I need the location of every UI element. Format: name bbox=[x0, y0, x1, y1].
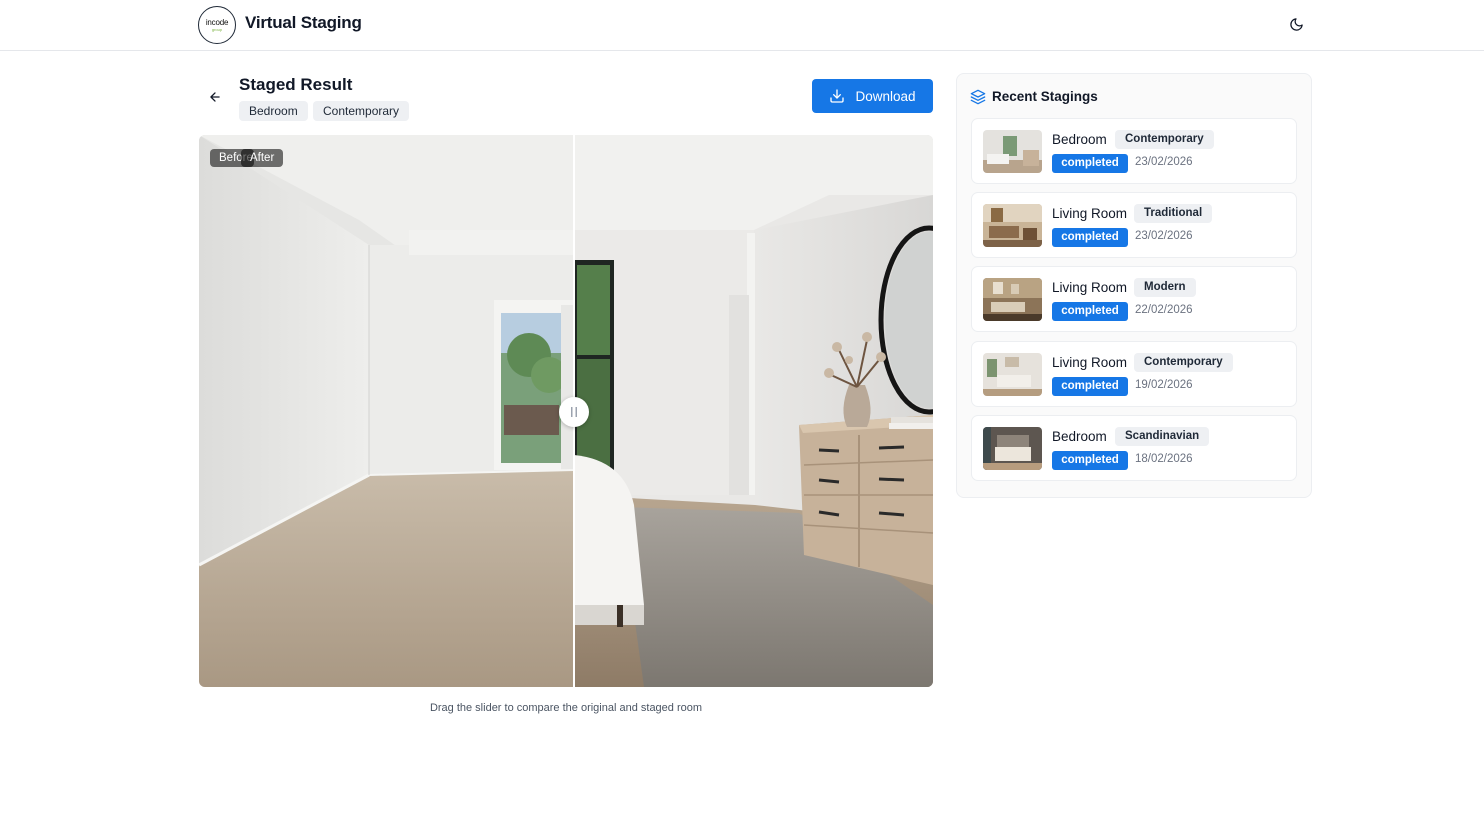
download-button[interactable]: Download bbox=[812, 79, 933, 113]
panel-title: Recent Stagings bbox=[992, 89, 1098, 104]
download-label: Download bbox=[855, 88, 916, 104]
layers-icon bbox=[970, 89, 986, 105]
card-style-badge: Modern bbox=[1134, 278, 1196, 297]
grip-icon bbox=[571, 407, 577, 417]
compare-hint: Drag the slider to compare the original … bbox=[429, 702, 703, 714]
card-room: Living Room bbox=[1052, 355, 1128, 370]
back-button[interactable] bbox=[204, 86, 226, 108]
download-icon bbox=[830, 89, 845, 103]
logo-subtext: group bbox=[211, 26, 223, 32]
card-room: Living Room bbox=[1052, 206, 1128, 221]
staging-card[interactable]: Bedroom Contemporary completed 23/02/202… bbox=[971, 118, 1297, 184]
card-date: 23/02/2026 bbox=[1135, 230, 1193, 242]
staging-card[interactable]: Living Room Contemporary completed 19/02… bbox=[971, 341, 1297, 407]
app-title: Virtual Staging bbox=[245, 13, 362, 32]
status-badge: completed bbox=[1052, 377, 1128, 396]
staging-card[interactable]: Bedroom Scandinavian completed 18/02/202… bbox=[971, 415, 1297, 481]
staging-card[interactable]: Living Room Traditional completed 23/02/… bbox=[971, 192, 1297, 258]
staging-thumbnail bbox=[983, 204, 1042, 247]
staging-card[interactable]: Living Room Modern completed 22/02/2026 bbox=[971, 266, 1297, 332]
style-badge: Contemporary bbox=[313, 101, 410, 121]
status-badge: completed bbox=[1052, 302, 1128, 321]
card-date: 22/02/2026 bbox=[1135, 304, 1193, 316]
arrow-left-icon bbox=[210, 92, 220, 102]
card-room: Bedroom bbox=[1052, 132, 1107, 147]
logo-text: incode bbox=[205, 17, 229, 27]
card-date: 23/02/2026 bbox=[1135, 156, 1193, 168]
staging-thumbnail bbox=[983, 427, 1042, 470]
status-badge: completed bbox=[1052, 451, 1128, 470]
top-bar: incode group Virtual Staging bbox=[0, 0, 1484, 51]
after-label: After bbox=[241, 149, 284, 167]
card-room: Living Room bbox=[1052, 280, 1128, 295]
card-style-badge: Contemporary bbox=[1115, 130, 1214, 149]
page-title: Staged Result bbox=[239, 75, 353, 94]
card-date: 18/02/2026 bbox=[1135, 453, 1193, 465]
card-style-badge: Scandinavian bbox=[1115, 427, 1210, 446]
before-after-compare[interactable]: Before After bbox=[199, 135, 933, 687]
status-badge: completed bbox=[1052, 228, 1128, 247]
slider-handle[interactable] bbox=[559, 397, 589, 427]
card-date: 19/02/2026 bbox=[1135, 379, 1193, 391]
moon-icon bbox=[1289, 17, 1303, 31]
dark-mode-toggle[interactable] bbox=[1284, 12, 1308, 36]
staging-thumbnail bbox=[983, 353, 1042, 396]
card-style-badge: Traditional bbox=[1134, 204, 1213, 223]
status-badge: completed bbox=[1052, 154, 1128, 173]
staging-thumbnail bbox=[983, 278, 1042, 321]
card-style-badge: Contemporary bbox=[1134, 353, 1233, 372]
room-type-badge: Bedroom bbox=[239, 101, 308, 121]
company-logo[interactable]: incode group bbox=[198, 6, 236, 44]
card-room: Bedroom bbox=[1052, 429, 1107, 444]
staging-thumbnail bbox=[983, 130, 1042, 173]
